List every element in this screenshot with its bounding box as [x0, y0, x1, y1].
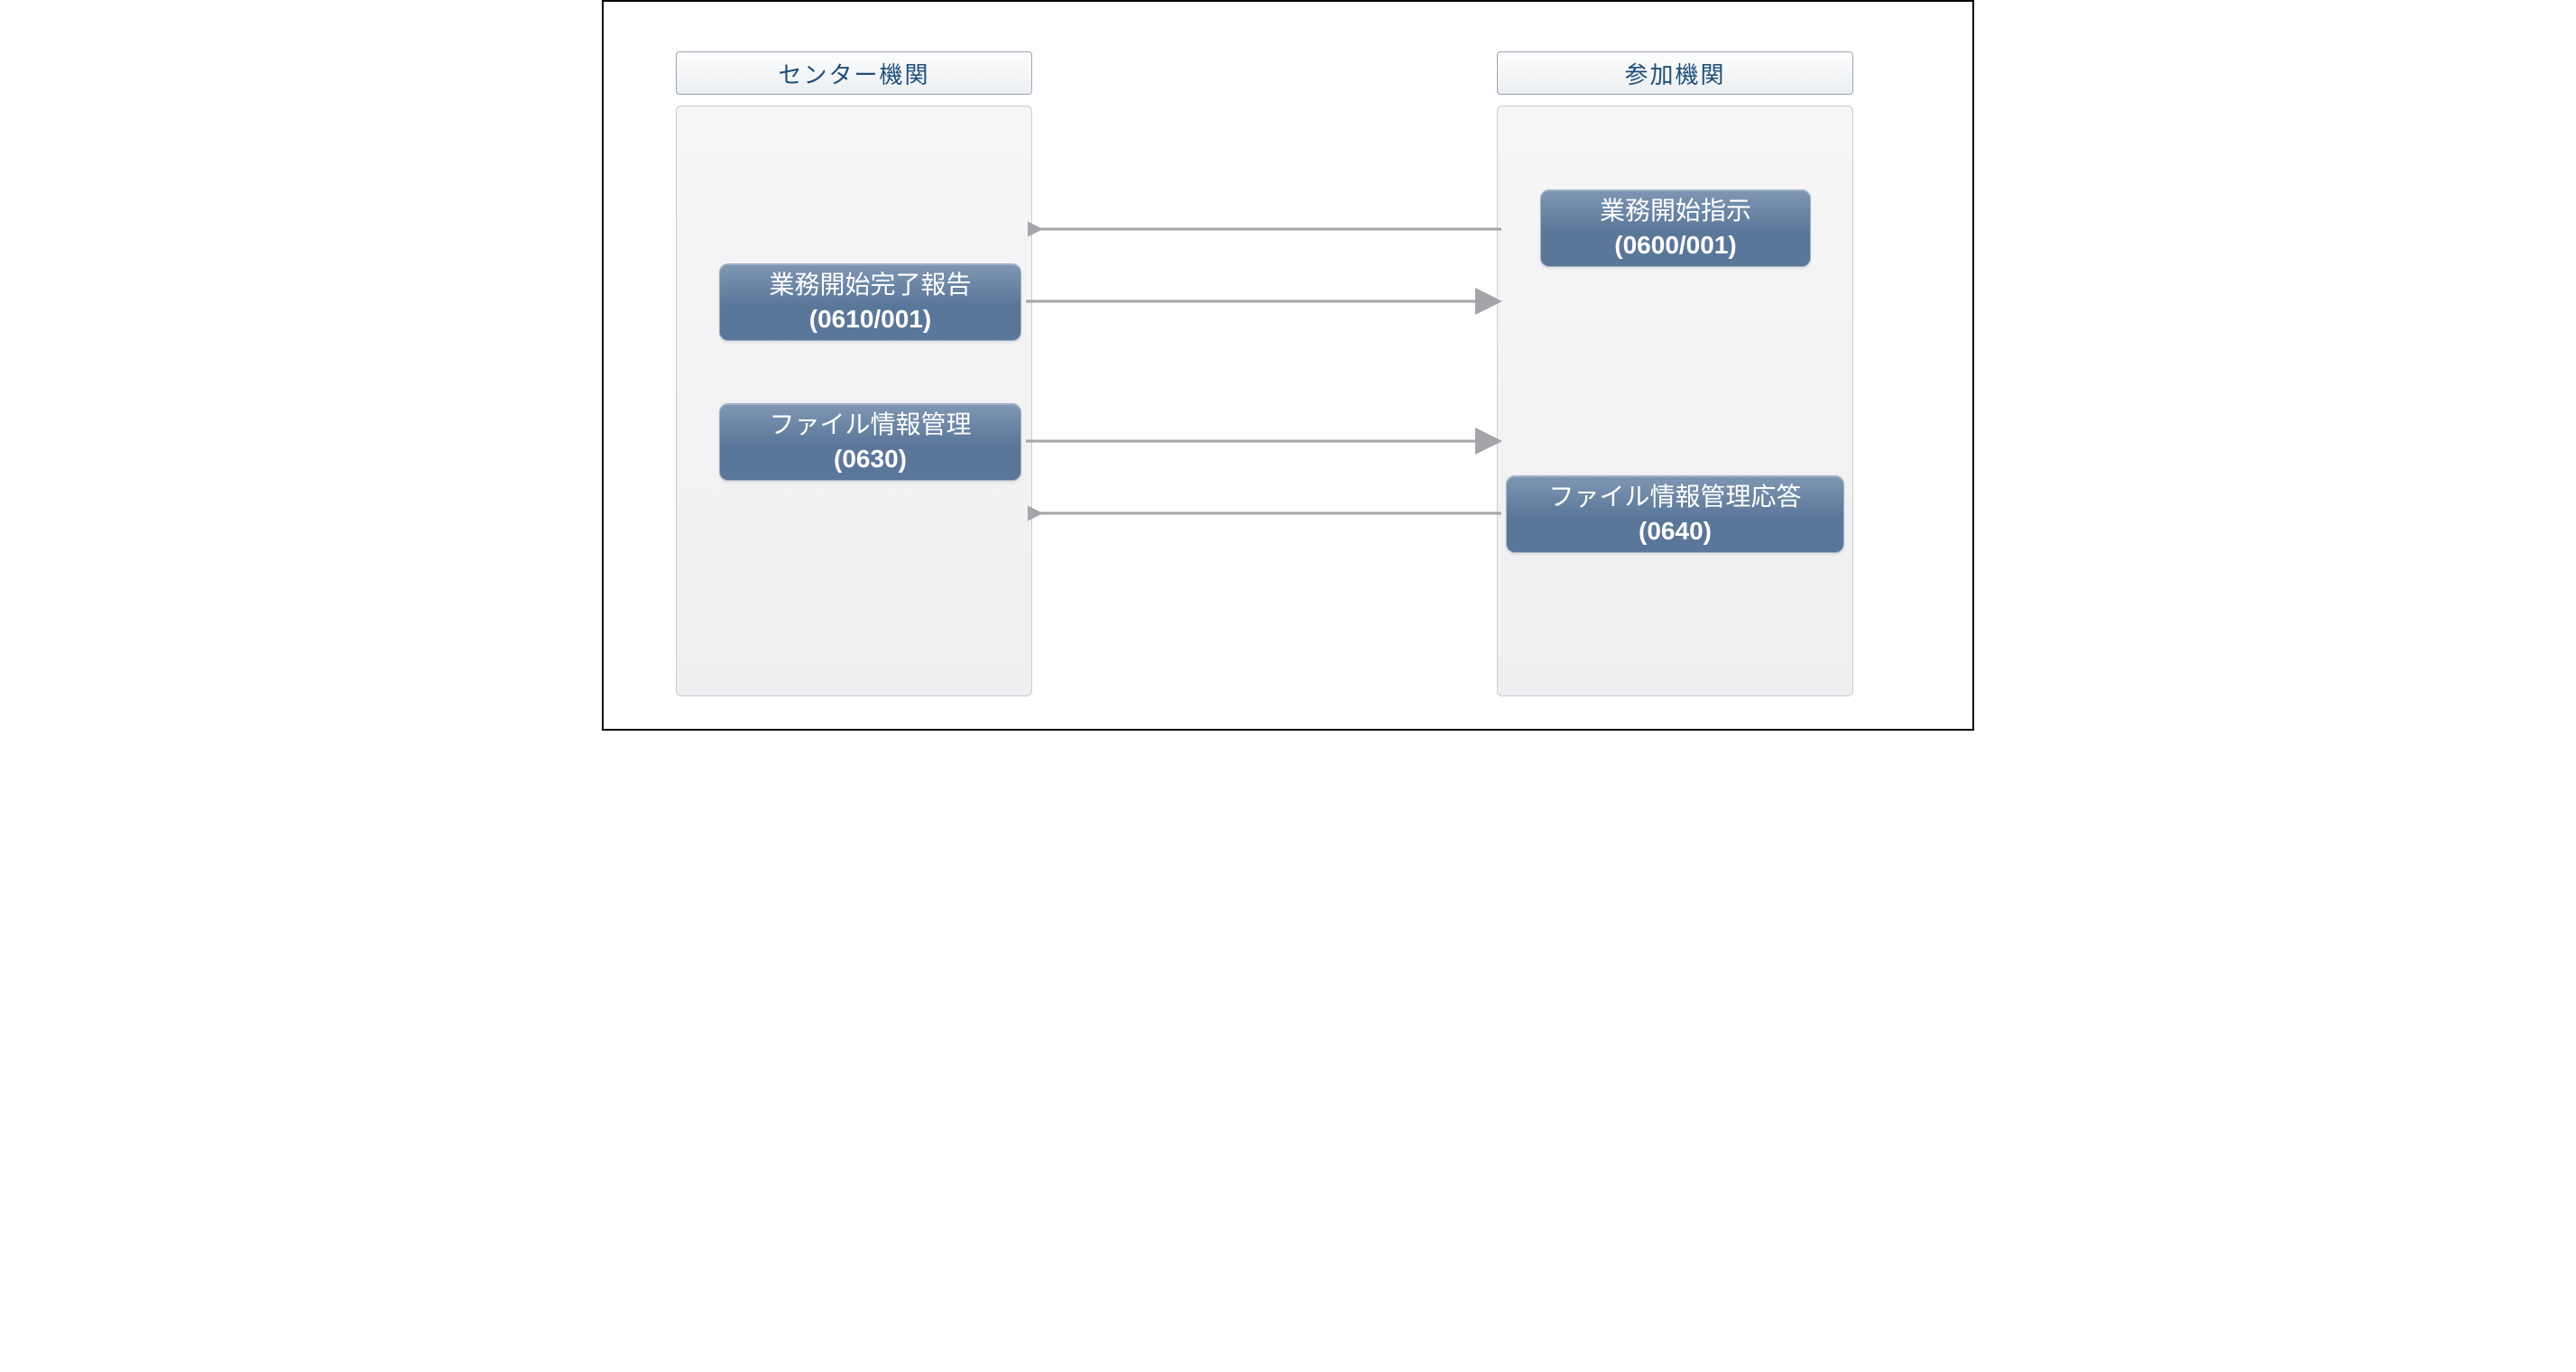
node-start-complete-report-title: 業務開始完了報告 [769, 269, 971, 301]
lane-header-right-label: 参加機関 [1624, 57, 1725, 90]
node-start-instruction-code: (0600/001) [1614, 229, 1736, 262]
node-file-info-mgmt-response: ファイル情報管理応答 (0640) [1506, 475, 1844, 553]
lane-header-right: 参加機関 [1497, 51, 1853, 95]
arrow-start-instruction [1028, 216, 1506, 243]
node-file-info-mgmt-response-title: ファイル情報管理応答 [1548, 481, 1801, 513]
node-file-info-mgmt-response-code: (0640) [1639, 515, 1712, 548]
arrow-start-complete-report [1021, 288, 1509, 315]
node-start-instruction: 業務開始指示 (0600/001) [1540, 189, 1811, 267]
node-start-instruction-title: 業務開始指示 [1600, 195, 1751, 227]
lane-header-left: センター機関 [676, 51, 1032, 95]
node-file-info-mgmt-code: (0630) [834, 443, 907, 475]
arrow-file-info-mgmt-response [1028, 500, 1506, 527]
node-start-complete-report: 業務開始完了報告 (0610/001) [719, 263, 1021, 341]
lane-header-left-label: センター機関 [778, 57, 929, 90]
node-file-info-mgmt-title: ファイル情報管理 [769, 409, 971, 441]
diagram-canvas: センター機関 参加機関 業務開始指示 (0600/001) 業務開始完了報告 (… [602, 0, 1974, 731]
node-start-complete-report-code: (0610/001) [809, 303, 931, 336]
lane-body-left [676, 106, 1032, 696]
arrow-file-info-mgmt [1021, 428, 1509, 455]
node-file-info-mgmt: ファイル情報管理 (0630) [719, 403, 1021, 481]
